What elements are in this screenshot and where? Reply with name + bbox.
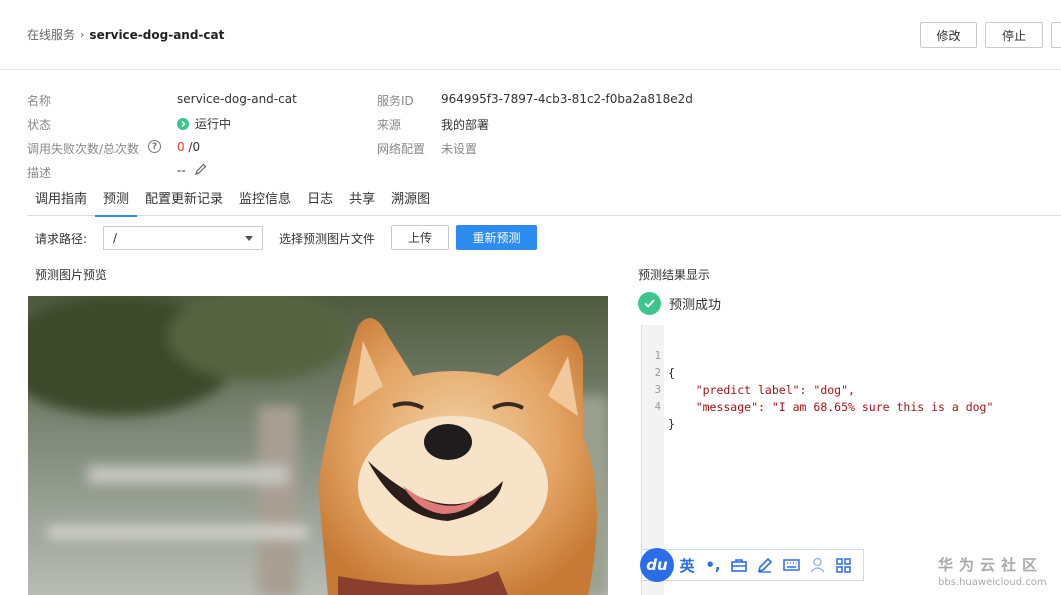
line-content: } [668,417,675,431]
desc-label: 描述 [27,166,52,180]
check-circle-icon [638,292,661,315]
detail-tabs: 调用指南 预测 配置更新记录 监控信息 日志 共享 溯源图 [27,186,1061,217]
breadcrumb-parent-link[interactable]: 在线服务 [27,26,75,43]
toolbox-icon[interactable] [726,549,752,581]
tab-call-guide[interactable]: 调用指南 [27,186,95,216]
tab-monitoring[interactable]: 监控信息 [231,186,299,216]
tab-predict[interactable]: 预测 [95,186,138,217]
request-path-select[interactable]: / [103,226,263,250]
status-badge: 运行中 [177,115,231,132]
choose-file-label: 选择预测图片文件 [279,232,376,246]
tab-share[interactable]: 共享 [341,186,383,216]
source-value: 我的部署 [441,118,490,132]
code-line: 4 } [642,382,675,431]
running-icon [177,117,189,130]
tab-logs[interactable]: 日志 [299,186,341,216]
calls-total-count: /0 [188,140,201,154]
tab-lineage[interactable]: 溯源图 [383,186,438,216]
ime-toolbar: du 英 •, [640,548,864,582]
preview-image [28,296,608,595]
line-content: "predict label": "dog", [668,383,855,397]
calls-fail-count: 0 [177,140,185,154]
ime-lang-toggle[interactable]: 英 [674,549,700,581]
grid-menu-icon[interactable] [830,549,856,581]
network-label: 网络配置 [377,142,426,156]
user-icon[interactable] [804,549,830,581]
calls-label: 调用失败次数/总次数 [27,142,140,156]
edit-button[interactable]: 修改 [920,22,977,48]
code-line: 1 { [642,331,675,380]
calls-value: 0 /0 [177,140,200,154]
line-number: 4 [654,401,661,413]
upload-button[interactable]: 上传 [391,225,449,250]
service-id-label: 服务ID [377,94,414,108]
desc-value-wrap: -- [177,163,207,179]
watermark-url: bbs.huaweicloud.com [938,577,1047,588]
more-button[interactable] [1051,22,1061,48]
request-path-value: / [113,231,118,245]
line-content: "message": "I am 68.65% sure this is a d… [668,400,994,414]
name-label: 名称 [27,94,52,108]
tab-config-history[interactable]: 配置更新记录 [137,186,231,216]
code-line: 3 "message": "I am 68.65% sure this is a… [642,365,994,414]
caret-down-icon [245,236,253,241]
watermark: 华为云社区 bbs.huaweicloud.com [938,554,1047,588]
breadcrumb-current: service-dog-and-cat [89,27,225,42]
top-bar: 在线服务 › service-dog-and-cat 修改 停止 [0,0,1061,70]
predict-success: 预测成功 [638,292,721,315]
ime-punct-toggle[interactable]: •, [700,549,726,581]
service-id-value: 964995f3-7897-4cb3-81c2-f0ba2a818e2d [441,92,693,106]
status-label: 状态 [27,118,52,132]
desc-value: -- [177,163,186,178]
handwrite-icon[interactable] [752,549,778,581]
request-path-label: 请求路径: [35,232,88,246]
keyboard-icon[interactable] [778,549,804,581]
ime-logo[interactable]: du [640,548,674,582]
name-value: service-dog-and-cat [177,92,297,106]
preview-title: 预测图片预览 [35,268,108,282]
watermark-title: 华为云社区 [938,556,1044,574]
network-value: 未设置 [441,142,478,156]
source-label: 来源 [377,118,402,132]
status-value: 运行中 [195,117,232,131]
code-line: 2 "predict label": "dog", [642,348,855,397]
pencil-icon[interactable] [194,163,207,179]
breadcrumb: 在线服务 › service-dog-and-cat [27,26,224,43]
breadcrumb-separator: › [80,28,85,41]
result-title: 预测结果显示 [638,268,711,282]
stop-button[interactable]: 停止 [985,22,1043,48]
success-label: 预测成功 [669,298,722,313]
help-icon[interactable]: ? [148,140,161,153]
repredict-button[interactable]: 重新预测 [456,225,537,250]
